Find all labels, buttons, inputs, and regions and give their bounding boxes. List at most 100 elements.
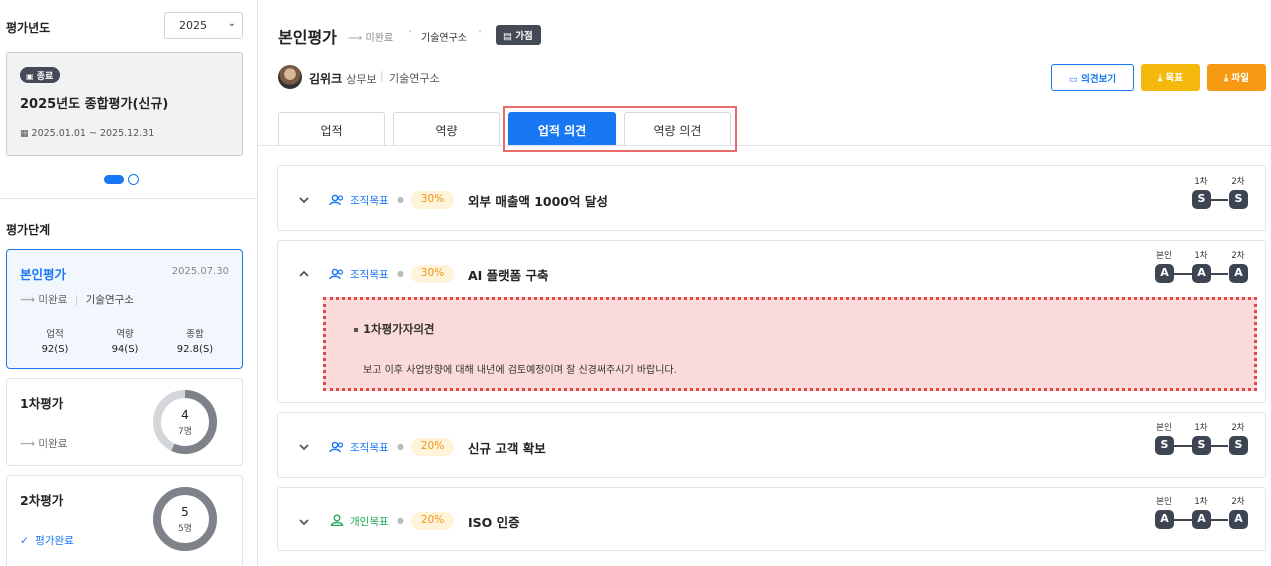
- goal-title: ISO 인증: [468, 515, 520, 530]
- opinion-view-button[interactable]: ▭ 의견보기: [1051, 64, 1134, 91]
- goal-weight: 30%: [411, 191, 454, 209]
- note-icon: ▤: [503, 31, 512, 42]
- stage-date: 2025.07.30: [171, 266, 229, 277]
- people-icon: [329, 441, 344, 453]
- period-date-text: 2025.01.01 ~ 2025.12.31: [31, 128, 155, 139]
- separator-dot: •: [408, 28, 413, 36]
- chevron-down-icon[interactable]: [298, 194, 310, 206]
- goal-type: 조직목표: [350, 269, 389, 281]
- grade-badge: S: [1192, 190, 1211, 209]
- year-section-title: 평가년도: [6, 21, 51, 35]
- grade-badge: S: [1155, 436, 1174, 455]
- grade-label: 2차: [1231, 497, 1245, 507]
- people-icon: [329, 194, 344, 206]
- grade-badge: A: [1229, 264, 1248, 283]
- goal-type: 조직목표: [350, 442, 389, 454]
- donut-total: 7명: [177, 427, 192, 437]
- file-download-button[interactable]: ⤓ 파일: [1207, 64, 1266, 91]
- grade-badge: A: [1192, 510, 1211, 529]
- grade-label: 2차: [1231, 251, 1245, 261]
- grade-label: 2차: [1231, 423, 1245, 433]
- grade-label: 1차: [1194, 251, 1208, 261]
- person-dept: 기술연구소: [389, 72, 440, 85]
- separator-dot: ●: [397, 516, 404, 525]
- opinion-panel: 1차평가자의견 보고 이후 사업방향에 대해 내년에 검토예정이며 잘 신경써주…: [323, 297, 1257, 391]
- donut-count: 5: [181, 505, 189, 519]
- separator-dot: ●: [397, 442, 404, 451]
- avatar: [278, 65, 302, 89]
- pending-icon: ⟿: [348, 33, 363, 44]
- goal-title: 외부 매출액 1000억 달성: [468, 194, 608, 209]
- stage-card-second[interactable]: 2차평가 ✓ 평가완료 5 5명: [6, 475, 243, 566]
- grade-badge: A: [1192, 264, 1211, 283]
- score-label: 종합: [186, 329, 204, 340]
- period-card[interactable]: ▣ 종료 2025년도 종합평가(신규) ▦ 2025.01.01 ~ 2025…: [6, 52, 243, 156]
- chevron-down-icon[interactable]: [298, 441, 310, 453]
- stage-status-label: 미완료: [38, 438, 68, 450]
- download-icon: ⤓: [1158, 73, 1163, 84]
- bonus-tag-label: 가점: [515, 31, 533, 42]
- divider: [0, 198, 257, 199]
- status-badge-label: 종료: [36, 72, 54, 82]
- file-download-label: 파일: [1231, 73, 1249, 84]
- grade-label: 1차: [1194, 497, 1208, 507]
- goal-download-label: 목표: [1165, 73, 1183, 84]
- stage-status: ⟿ 미완료 | 기술연구소: [20, 294, 134, 306]
- pending-icon: ⟿: [20, 438, 36, 450]
- goal-type: 조직목표: [350, 195, 389, 207]
- stage-card-first[interactable]: 1차평가 ⟿ 미완료 4 7명: [6, 378, 243, 466]
- person-rank: 상무보: [346, 73, 377, 86]
- stage-name: 본인평가: [20, 267, 67, 282]
- goal-row[interactable]: 조직목표 ● 30% 외부 매출액 1000억 달성 1차 2차 S S: [277, 165, 1266, 231]
- grade-connector: [1208, 199, 1228, 201]
- score-value: 92.8(S): [176, 344, 214, 355]
- person-info: 김위크 상무보: [309, 70, 377, 87]
- goal-weight: 20%: [411, 438, 454, 456]
- grade-label: 본인: [1156, 497, 1172, 507]
- score-label: 업적: [46, 329, 64, 340]
- year-select[interactable]: 2025 ⌄: [164, 12, 243, 39]
- check-icon: ✓: [20, 535, 29, 547]
- grade-badge: S: [1229, 436, 1248, 455]
- people-icon: [329, 268, 344, 280]
- goal-row[interactable]: 조직목표 ● 20% 신규 고객 확보 본인 1차 2차 S S S: [277, 412, 1266, 478]
- carousel-dot[interactable]: [128, 174, 139, 185]
- tab-achievement[interactable]: 업적: [278, 112, 385, 146]
- separator-dot: ●: [397, 195, 404, 204]
- grade-label: 1차: [1194, 177, 1208, 187]
- opinion-view-label: 의견보기: [1081, 74, 1117, 85]
- carousel-dot-active[interactable]: [104, 175, 124, 184]
- period-date: ▦ 2025.01.01 ~ 2025.12.31: [20, 128, 154, 139]
- stage-name: 2차평가: [20, 493, 64, 508]
- donut-total: 5명: [177, 524, 192, 534]
- stage-section-title: 평가단계: [6, 223, 51, 237]
- bullet-icon: [354, 328, 358, 332]
- stage-status-label: 미완료: [38, 294, 68, 306]
- separator-dot: ●: [397, 269, 404, 278]
- stage-card-self[interactable]: 본인평가 2025.07.30 ⟿ 미완료 | 기술연구소 업적 역량 종합 9…: [6, 249, 243, 369]
- goal-row[interactable]: 개인목표 ● 20% ISO 인증 본인 1차 2차 A A A: [277, 487, 1266, 551]
- grade-badge: A: [1155, 510, 1174, 529]
- stage-status: ⟿ 미완료: [20, 436, 67, 451]
- person-name: 김위크: [309, 72, 343, 86]
- comment-icon: ▭: [1068, 74, 1078, 85]
- stage-name: 1차평가: [20, 396, 64, 411]
- grade-badge: A: [1155, 264, 1174, 283]
- grade-label: 1차: [1194, 423, 1208, 433]
- bonus-tag: ▤ 가점: [496, 25, 541, 45]
- opinion-text: 보고 이후 사업방향에 대해 내년에 검토예정이며 잘 신경써주시기 바랍니다.: [363, 365, 677, 376]
- progress-donut: [153, 487, 217, 551]
- chevron-down-icon[interactable]: [298, 516, 310, 528]
- goal-download-button[interactable]: ⤓ 목표: [1141, 64, 1200, 91]
- score-value: 94(S): [111, 344, 139, 355]
- year-select-value: 2025: [179, 19, 207, 32]
- tab-competency[interactable]: 역량: [393, 112, 500, 146]
- header-dept: 기술연구소: [421, 33, 467, 44]
- grade-label: 본인: [1156, 423, 1172, 433]
- sidebar: 평가년도 2025 ⌄ ▣ 종료 2025년도 종합평가(신규) ▦ 2025.…: [0, 0, 258, 566]
- period-title: 2025년도 종합평가(신규): [20, 97, 169, 112]
- goal-weight: 20%: [411, 512, 454, 530]
- chevron-up-icon[interactable]: [298, 268, 310, 280]
- chevron-down-icon: ⌄: [227, 18, 236, 29]
- pending-icon: ⟿: [20, 294, 36, 306]
